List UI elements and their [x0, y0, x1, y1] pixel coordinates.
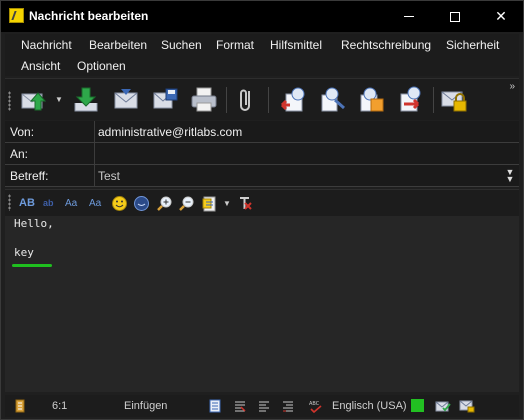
toolbar-overflow-chevron-icon[interactable]: » — [509, 81, 515, 92]
minimize-button[interactable] — [386, 1, 432, 32]
encrypt-status-icon[interactable] — [459, 399, 475, 413]
body-line: Hello, — [14, 217, 54, 230]
menu-format[interactable]: Format — [216, 38, 254, 52]
subject-field[interactable]: Test — [94, 165, 519, 187]
toolbar-separator — [433, 87, 434, 113]
send-dropdown-chevron-icon[interactable]: ▼ — [55, 95, 63, 104]
cursor-position: 6:1 — [52, 400, 68, 412]
toolbar-separator — [268, 87, 269, 113]
smiley-icon[interactable] — [111, 195, 128, 212]
status-bar: 6:1 Einfügen ABC Englisch (USA) — [5, 395, 519, 417]
attach-icon[interactable] — [232, 85, 262, 115]
language-selector[interactable]: Englisch (USA) — [332, 400, 407, 412]
message-editor-window: Nachricht bearbeiten ✕ Nachricht Bearbei… — [0, 0, 524, 420]
from-row: Von: administrative@ritlabs.com — [5, 121, 519, 143]
uppercase-button[interactable]: AB — [19, 195, 35, 212]
sign-icon[interactable] — [435, 399, 451, 413]
template-dropdown-chevron-icon[interactable]: ▼ — [223, 195, 231, 212]
save-draft-icon[interactable] — [150, 85, 180, 115]
menu-hilfsmittel[interactable]: Hilfsmittel — [270, 38, 322, 52]
address-book-from-icon[interactable] — [278, 85, 308, 115]
zoom-in-icon[interactable] — [156, 195, 173, 212]
format-toolbar: AB ab Aa Aa ▼ — [5, 189, 519, 216]
main-toolbar: ▼ » — [5, 78, 519, 120]
send-later-icon[interactable] — [111, 85, 141, 115]
subject-row: Betreff: Test ▼ ▼ — [5, 165, 519, 187]
spellcheck-icon[interactable]: ABC — [308, 399, 324, 413]
capitalize-button[interactable]: Aa — [89, 195, 101, 212]
clear-formatting-icon[interactable] — [236, 195, 253, 212]
template-icon[interactable] — [201, 195, 218, 212]
menu-ansicht[interactable]: Ansicht — [21, 59, 60, 73]
menu-optionen[interactable]: Optionen — [77, 59, 126, 73]
subject-label: Betreff: — [10, 169, 49, 183]
menu-nachricht[interactable]: Nachricht — [21, 38, 72, 52]
close-button[interactable]: ✕ — [478, 1, 524, 32]
svg-text:ABC: ABC — [309, 401, 320, 407]
menu-bearbeiten[interactable]: Bearbeiten — [89, 38, 147, 52]
maximize-button[interactable] — [432, 1, 478, 32]
from-label: Von: — [10, 125, 35, 139]
toolbar-separator — [226, 87, 227, 113]
subject-value: Test — [98, 169, 121, 183]
minimize-icon — [404, 16, 414, 17]
lowercase-button[interactable]: ab — [43, 195, 54, 212]
address-book-cc-icon[interactable] — [357, 85, 387, 115]
maximize-icon — [450, 11, 460, 22]
menu-bar: Nachricht Bearbeiten Suchen Format Hilfs… — [5, 34, 519, 76]
from-field[interactable]: administrative@ritlabs.com — [94, 121, 519, 143]
title-bar[interactable]: Nachricht bearbeiten ✕ — [1, 1, 523, 32]
address-book-bcc-icon[interactable] — [396, 85, 426, 115]
window-title: Nachricht bearbeiten — [29, 9, 149, 23]
to-field[interactable] — [94, 143, 519, 165]
app-icon[interactable] — [9, 8, 24, 23]
format-toolbar-grip[interactable] — [8, 194, 11, 211]
menu-suchen[interactable]: Suchen — [161, 38, 202, 52]
encrypt-icon[interactable] — [439, 85, 469, 115]
menu-sicherheit[interactable]: Sicherheit — [446, 38, 499, 52]
document-icon[interactable] — [15, 399, 25, 413]
body-line: key — [14, 246, 34, 259]
double-chevron-down-icon[interactable]: ▼ ▼ — [504, 168, 516, 184]
insert-mode[interactable]: Einfügen — [124, 400, 167, 412]
toggle-case-button[interactable]: Aa — [65, 195, 77, 212]
send-icon[interactable] — [19, 85, 49, 115]
print-icon[interactable] — [189, 85, 219, 115]
spellcheck-underline — [12, 264, 52, 267]
zoom-out-icon[interactable] — [178, 195, 195, 212]
align-strike-icon[interactable] — [233, 399, 247, 413]
to-row: An: — [5, 143, 519, 165]
status-indicator — [411, 399, 424, 412]
insert-symbol-icon[interactable] — [133, 195, 150, 212]
menu-rechtschreibung[interactable]: Rechtschreibung — [341, 38, 431, 52]
close-icon: ✕ — [495, 8, 507, 24]
message-body-editor[interactable]: Hello, key — [5, 216, 519, 392]
toolbar-grip[interactable] — [8, 91, 11, 111]
to-label: An: — [10, 147, 29, 161]
save-to-outbox-icon[interactable] — [71, 85, 101, 115]
plain-text-icon[interactable] — [208, 399, 222, 413]
align-left-icon[interactable] — [257, 399, 271, 413]
address-book-to-icon[interactable] — [317, 85, 347, 115]
align-right-icon[interactable] — [281, 399, 295, 413]
